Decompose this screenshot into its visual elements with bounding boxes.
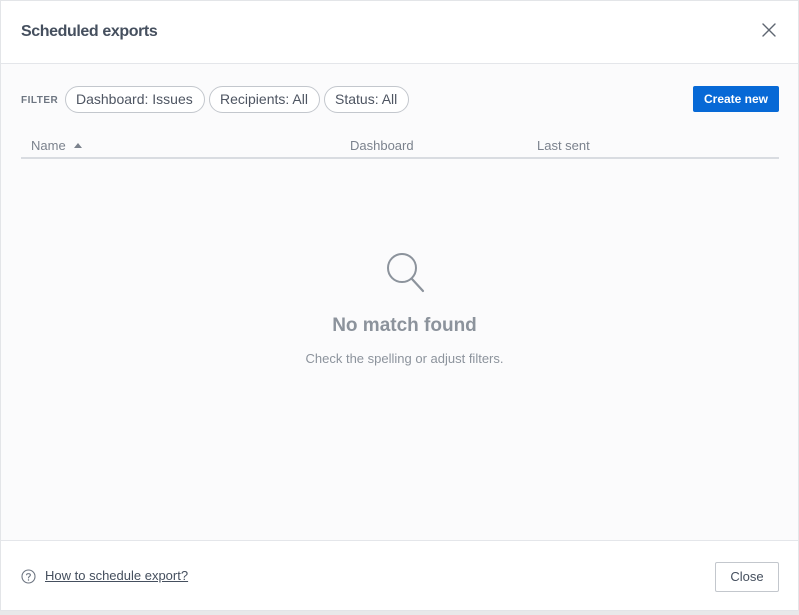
sort-ascending-icon[interactable] (74, 143, 82, 148)
filter-chip-dashboard[interactable]: Dashboard: Issues (65, 86, 205, 113)
create-new-button[interactable]: Create new (693, 86, 779, 112)
dialog-footer: How to schedule export? Close (1, 540, 798, 610)
column-header-name[interactable]: Name (31, 138, 66, 153)
how-to-schedule-export-link[interactable]: How to schedule export? (45, 568, 188, 583)
dialog-title: Scheduled exports (21, 23, 158, 40)
empty-state-subtitle: Check the spelling or adjust filters. (305, 351, 504, 366)
close-button[interactable]: Close (715, 562, 779, 592)
empty-state-title: No match found (332, 315, 477, 336)
column-header-last-sent: Last sent (537, 138, 590, 153)
question-circle-icon (21, 569, 36, 584)
column-header-dashboard: Dashboard (350, 138, 414, 153)
search-icon (385, 251, 425, 293)
scheduled-exports-dialog: Scheduled exports FILTER Dashboard: Issu… (0, 0, 799, 611)
filter-label: FILTER (21, 95, 59, 106)
dialog-header: Scheduled exports (1, 1, 798, 64)
close-icon[interactable] (760, 21, 778, 39)
filter-chip-status[interactable]: Status: All (324, 86, 409, 113)
filter-chip-recipients[interactable]: Recipients: All (209, 86, 320, 113)
table-header: Name Dashboard Last sent (21, 136, 779, 159)
